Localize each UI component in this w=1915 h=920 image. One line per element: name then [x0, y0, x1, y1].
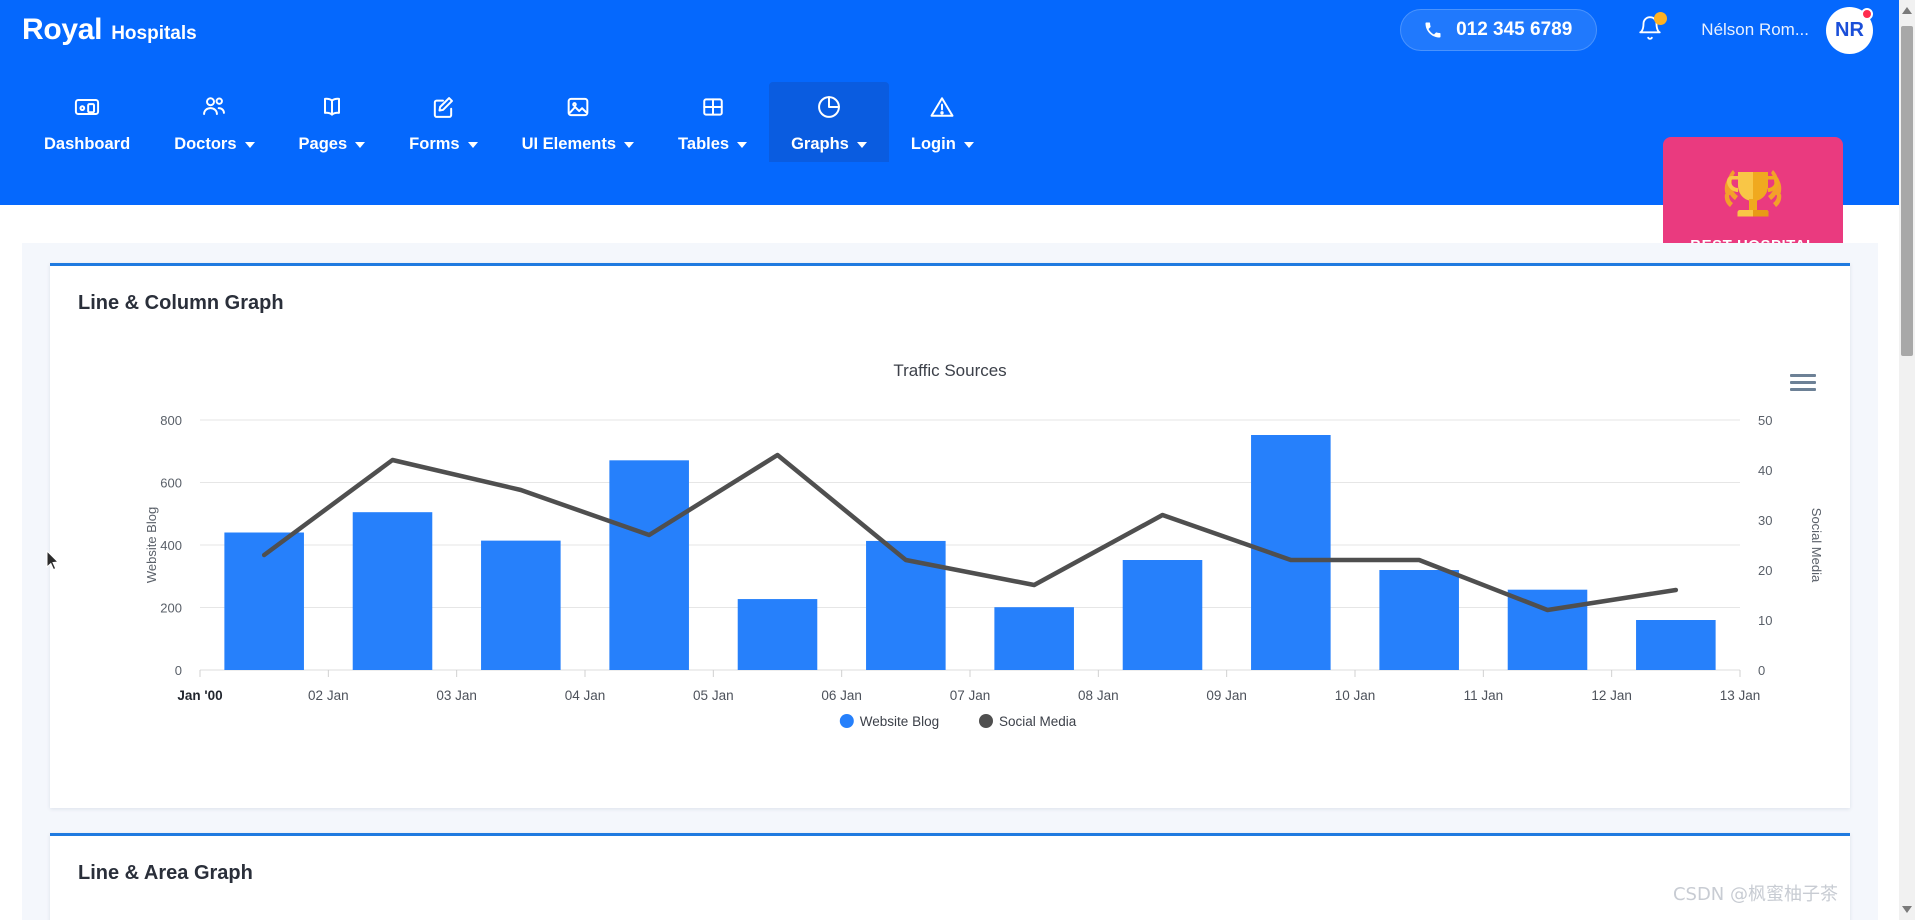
- nav-label: Tables: [678, 135, 748, 154]
- nav-item-pages[interactable]: Pages: [277, 82, 388, 162]
- svg-text:10: 10: [1758, 613, 1772, 628]
- nav-label: Pages: [299, 135, 366, 154]
- nav-item-forms[interactable]: Forms: [387, 82, 499, 162]
- line-area-graph-card: Line & Area Graph: [50, 833, 1850, 920]
- pie-chart-icon: [815, 93, 843, 126]
- watermark-text: CSDN @枫蜜柚子茶: [1672, 884, 1838, 905]
- chevron-down-icon: [467, 142, 478, 148]
- nav-label: Dashboard: [44, 134, 131, 153]
- svg-text:40: 40: [1758, 463, 1772, 478]
- svg-text:600: 600: [160, 476, 182, 491]
- chevron-down-icon: [355, 142, 366, 148]
- svg-text:12 Jan: 12 Jan: [1591, 688, 1632, 703]
- svg-text:30: 30: [1758, 513, 1772, 528]
- card-title: Line & Column Graph: [78, 292, 284, 314]
- top-header-bar: Royal Hospitals 012 345 6789 Nélson Rom.…: [0, 0, 1899, 60]
- user-name-label[interactable]: Nélson Rom...: [1701, 20, 1809, 40]
- card-title: Line & Area Graph: [78, 862, 253, 884]
- bell-icon: [1637, 15, 1663, 46]
- nav-label: Graphs: [791, 135, 867, 154]
- main-navigation: Dashboard Doctors Pages Forms UI Element…: [22, 82, 996, 162]
- chevron-down-icon: [856, 142, 867, 148]
- svg-text:Website Blog: Website Blog: [144, 507, 159, 583]
- avatar-status-dot: [1861, 7, 1873, 20]
- svg-text:02 Jan: 02 Jan: [308, 688, 349, 703]
- nav-item-tables[interactable]: Tables: [656, 82, 769, 162]
- page-content: Line & Column Graph Traffic Sources 0 200…: [22, 243, 1878, 920]
- svg-text:0: 0: [175, 663, 182, 678]
- scroll-up-arrow-icon[interactable]: [1902, 7, 1912, 14]
- nav-item-login[interactable]: Login: [889, 82, 996, 162]
- trophy-laurel-icon: [1707, 160, 1799, 231]
- nav-label: Doctors: [174, 135, 255, 154]
- mixed-chart-svg[interactable]: 0 200 400 600 800 0 10 20 30 40 50 Website Blog Soci…: [50, 315, 1850, 785]
- table-grid-icon: [699, 93, 727, 126]
- nav-label: Login: [911, 135, 974, 154]
- header-right-cluster: 012 345 6789 Nélson Rom... NR: [1400, 6, 1899, 54]
- svg-text:13 Jan: 13 Jan: [1720, 688, 1761, 703]
- svg-text:09 Jan: 09 Jan: [1206, 688, 1247, 703]
- chevron-down-icon: [624, 142, 635, 148]
- phone-icon: [1423, 20, 1443, 40]
- alert-triangle-icon: [928, 93, 956, 126]
- mouse-cursor: [46, 549, 60, 577]
- svg-text:05 Jan: 05 Jan: [693, 688, 734, 703]
- brand-logo[interactable]: Royal Hospitals: [22, 13, 197, 47]
- nav-label: UI Elements: [522, 135, 635, 154]
- chevron-down-icon: [737, 142, 748, 148]
- navigation-strip: Dashboard Doctors Pages Forms UI Element…: [0, 60, 1899, 279]
- svg-text:08 Jan: 08 Jan: [1078, 688, 1119, 703]
- line-column-graph-card: Line & Column Graph Traffic Sources 0 200…: [50, 263, 1850, 808]
- svg-text:400: 400: [160, 538, 182, 553]
- svg-text:200: 200: [160, 601, 182, 616]
- avatar-initials: NR: [1835, 18, 1864, 41]
- svg-text:Social Media: Social Media: [1809, 508, 1824, 583]
- svg-text:0: 0: [1758, 663, 1765, 678]
- svg-text:03 Jan: 03 Jan: [436, 688, 477, 703]
- svg-text:800: 800: [160, 413, 182, 428]
- mixed-chart-container: Traffic Sources 0 200 400 600 800 0 10 20 30 40 50…: [50, 315, 1850, 785]
- svg-text:Jan '00: Jan '00: [177, 688, 222, 703]
- image-icon: [564, 93, 592, 126]
- avatar[interactable]: NR: [1826, 6, 1873, 54]
- nav-label: Forms: [409, 135, 478, 154]
- book-icon: [318, 93, 346, 126]
- edit-square-icon: [429, 93, 457, 126]
- notifications-button[interactable]: [1637, 11, 1668, 47]
- brand-primary-text: Royal: [22, 13, 103, 46]
- svg-text:10 Jan: 10 Jan: [1335, 688, 1376, 703]
- svg-text:07 Jan: 07 Jan: [950, 688, 991, 703]
- nav-item-doctors[interactable]: Doctors: [152, 82, 276, 162]
- users-icon: [200, 93, 228, 126]
- dashboard-icon: [73, 93, 101, 126]
- svg-text:Website Blog: Website Blog: [860, 714, 939, 729]
- svg-text:06 Jan: 06 Jan: [821, 688, 862, 703]
- nav-item-dashboard[interactable]: Dashboard: [22, 82, 152, 162]
- svg-text:Social Media: Social Media: [999, 714, 1077, 729]
- svg-text:20: 20: [1758, 563, 1772, 578]
- page-scrollbar[interactable]: [1899, 0, 1915, 920]
- svg-text:11 Jan: 11 Jan: [1464, 688, 1504, 703]
- nav-item-graphs[interactable]: Graphs: [769, 82, 889, 162]
- chevron-down-icon: [963, 142, 974, 148]
- scrollbar-thumb[interactable]: [1901, 26, 1913, 356]
- brand-secondary-text: Hospitals: [111, 23, 197, 44]
- phone-button[interactable]: 012 345 6789: [1400, 9, 1598, 51]
- scroll-down-arrow-icon[interactable]: [1902, 906, 1912, 913]
- svg-text:50: 50: [1758, 413, 1772, 428]
- svg-text:04 Jan: 04 Jan: [565, 688, 606, 703]
- notification-badge-dot: [1654, 11, 1668, 25]
- chevron-down-icon: [244, 142, 255, 148]
- phone-number-text: 012 345 6789: [1456, 19, 1573, 40]
- nav-item-ui-elements[interactable]: UI Elements: [500, 82, 656, 162]
